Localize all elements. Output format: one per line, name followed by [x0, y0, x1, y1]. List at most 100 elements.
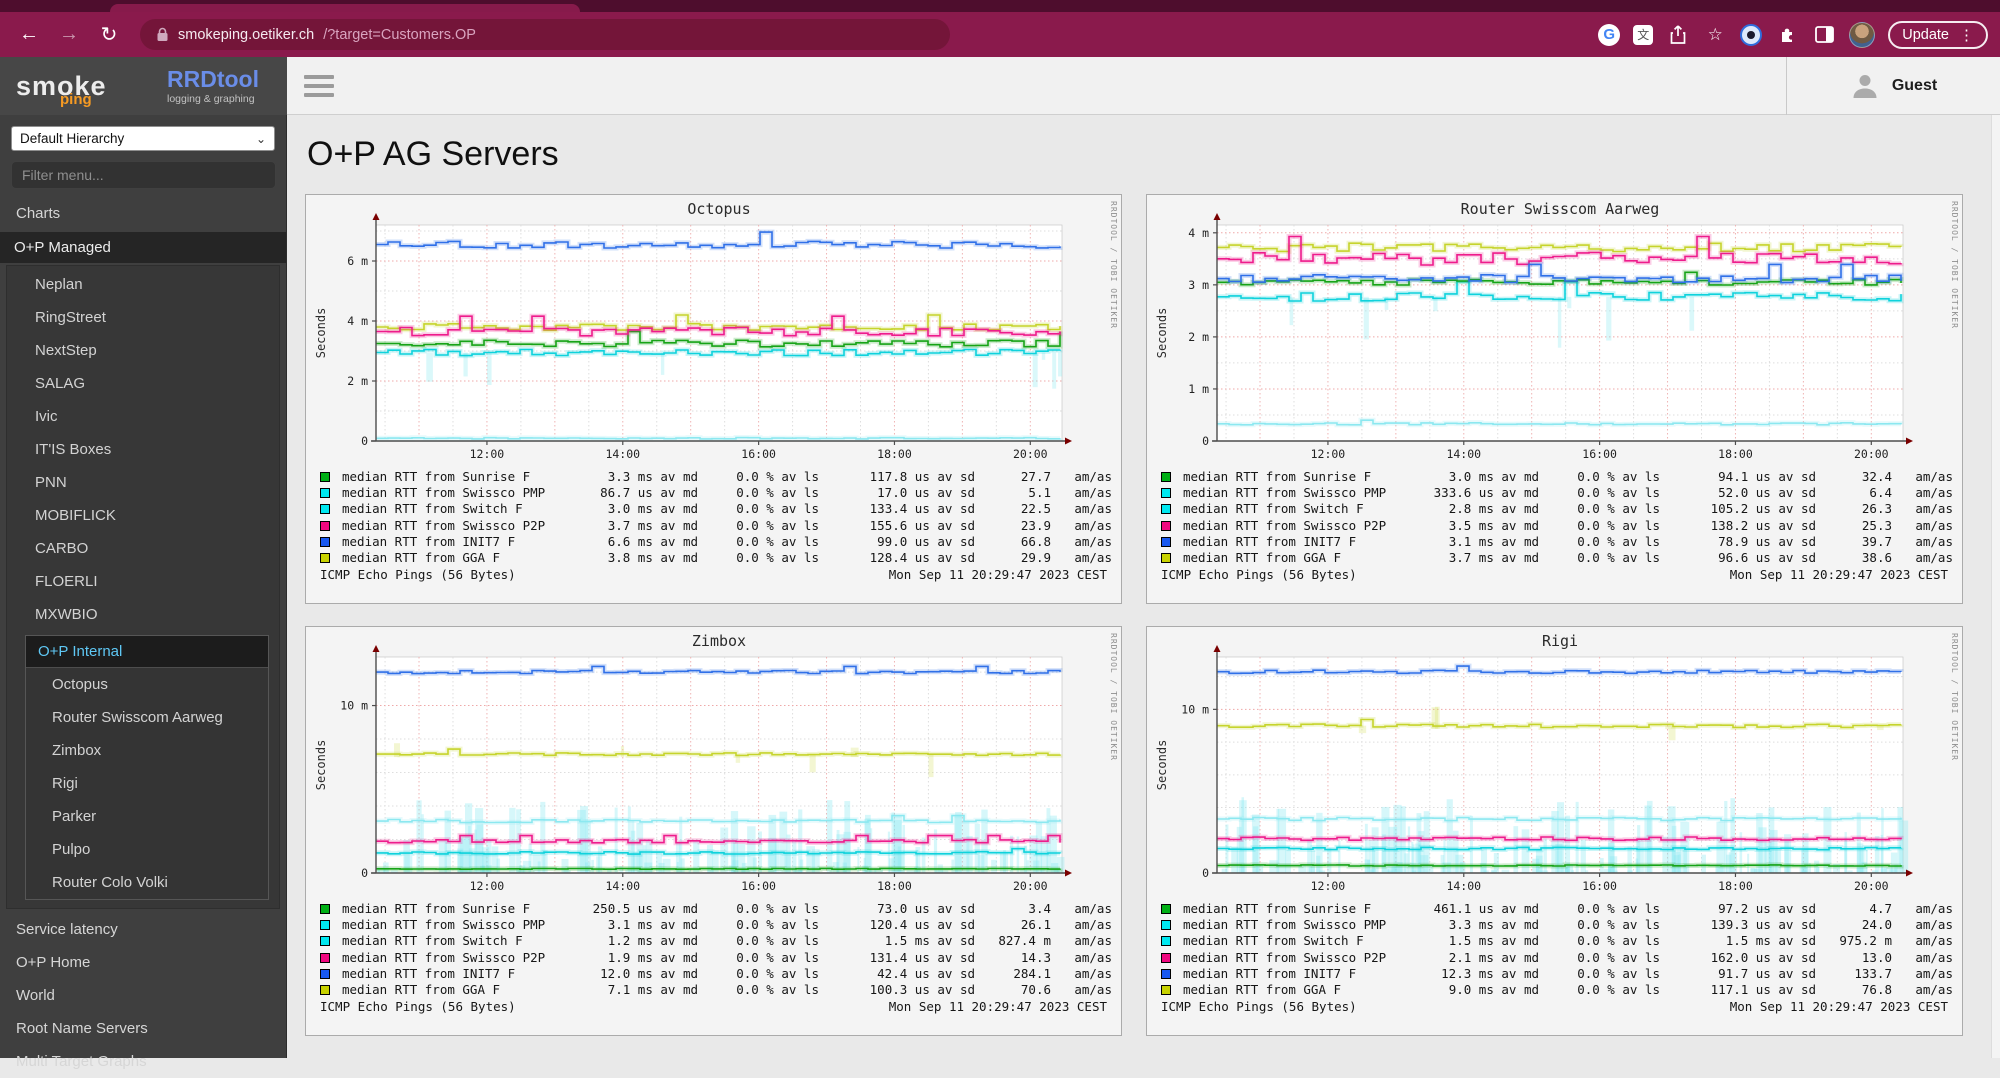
sidebar-item-o-p-home[interactable]: O+P Home	[0, 946, 286, 979]
legend-loss: 0.0 % av ls	[1545, 469, 1660, 485]
svg-text:18:00: 18:00	[1718, 879, 1753, 893]
sidebar-item-nextstep[interactable]: NextStep	[7, 334, 279, 367]
legend-stddev: 97.2 us av sd	[1666, 901, 1816, 917]
legend-label: median RTT from Swissco P2P	[1183, 950, 1398, 966]
forward-icon[interactable]: →	[52, 18, 86, 52]
rrdtool-logo[interactable]: RRDtool logging & graphing	[167, 68, 259, 105]
y-axis-label: Seconds	[314, 308, 328, 359]
svg-text:16:00: 16:00	[1582, 447, 1617, 461]
kebab-menu-icon[interactable]: ⋮	[1959, 26, 1974, 44]
sidebar-item-root-name-servers[interactable]: Root Name Servers	[0, 1012, 286, 1045]
back-icon[interactable]: ←	[12, 18, 46, 52]
sidebar-group-o-p-managed[interactable]: O+P Managed	[0, 232, 286, 263]
bookmark-star-icon[interactable]: ☆	[1703, 23, 1727, 47]
share-icon[interactable]	[1666, 23, 1690, 47]
svg-text:2 m: 2 m	[1188, 330, 1209, 344]
legend-loss: 0.0 % av ls	[1545, 901, 1660, 917]
legend-amas-label: am/as	[1057, 917, 1112, 933]
sidebar-item-service-latency[interactable]: Service latency	[0, 913, 286, 946]
sidebar-item-pulpo[interactable]: Pulpo	[26, 833, 268, 866]
legend-amas-label: am/as	[1898, 534, 1953, 550]
legend-label: median RTT from GGA F	[1183, 550, 1398, 566]
chart-footer: ICMP Echo Pings (56 Bytes)Mon Sep 11 20:…	[320, 999, 1107, 1014]
sidebar-item-ringstreet[interactable]: RingStreet	[7, 301, 279, 334]
sidebar-item-mxwbio[interactable]: MXWBIO	[7, 598, 279, 631]
sidebar-item-it-is-boxes[interactable]: IT'IS Boxes	[7, 433, 279, 466]
sidebar-item-multi-target-graphs[interactable]: Multi Target Graphs	[0, 1045, 286, 1078]
filter-input[interactable]	[11, 161, 276, 189]
profile-avatar[interactable]	[1849, 22, 1875, 48]
legend-stddev: 96.6 us av sd	[1666, 550, 1816, 566]
legend-color-box	[1161, 904, 1171, 914]
svg-text:12:00: 12:00	[1311, 447, 1346, 461]
legend-loss: 0.0 % av ls	[1545, 966, 1660, 982]
sidebar-item-octopus[interactable]: Octopus	[26, 668, 268, 701]
side-panel-icon[interactable]	[1812, 23, 1836, 47]
sidebar-item-salag[interactable]: SALAG	[7, 367, 279, 400]
extensions-puzzle-icon[interactable]	[1775, 23, 1799, 47]
hierarchy-select[interactable]: Default Hierarchy ⌄	[11, 126, 275, 151]
browser-tab-strip	[0, 0, 2000, 12]
reload-icon[interactable]: ↻	[92, 18, 126, 52]
legend-amas-label: am/as	[1898, 485, 1953, 501]
sidebar-item-router-swisscom-aarweg[interactable]: Router Swisscom Aarweg	[26, 701, 268, 734]
sidebar-item-world[interactable]: World	[0, 979, 286, 1012]
url-path: /?target=Customers.OP	[323, 27, 476, 43]
page-title: O+P AG Servers	[307, 135, 2000, 174]
sidebar-item-pnn[interactable]: PNN	[7, 466, 279, 499]
svg-text:4 m: 4 m	[347, 314, 368, 328]
legend-stddev: 1.5 ms av sd	[825, 933, 975, 949]
main-content: O+P AG Servers 02 m4 m6 m12:0014:0016:00…	[287, 115, 2000, 1058]
legend-stddev: 52.0 us av sd	[1666, 485, 1816, 501]
legend-loss: 0.0 % av ls	[704, 518, 819, 534]
sidebar-item-ivic[interactable]: Ivic	[7, 400, 279, 433]
rrdtool-logo-subtitle: logging & graphing	[167, 94, 259, 105]
chart-footer: ICMP Echo Pings (56 Bytes)Mon Sep 11 20:…	[320, 567, 1107, 582]
chart-graph-octopus[interactable]: 02 m4 m6 m12:0014:0016:0018:0020:00Octop…	[312, 199, 1102, 467]
sidebar-item-neplan[interactable]: Neplan	[7, 268, 279, 301]
legend-loss: 0.0 % av ls	[704, 550, 819, 566]
smokeping-logo[interactable]: smoke ping	[16, 71, 141, 102]
chart-graph-router-swisscom-aarweg[interactable]: 01 m2 m3 m4 m12:0014:0016:0018:0020:00Ro…	[1153, 199, 1943, 467]
menu-hamburger-icon[interactable]	[304, 75, 334, 97]
sidebar-item-parker[interactable]: Parker	[26, 800, 268, 833]
svg-text:14:00: 14:00	[1446, 447, 1481, 461]
sidebar-item-floerli[interactable]: FLOERLI	[7, 565, 279, 598]
chart-title: Router Swisscom Aarweg	[1461, 200, 1660, 218]
browser-active-tab[interactable]	[110, 4, 580, 12]
chart-probe-info: ICMP Echo Pings (56 Bytes)	[1161, 567, 1357, 582]
legend-stddev: 120.4 us av sd	[825, 917, 975, 933]
legend-loss: 0.0 % av ls	[1545, 917, 1660, 933]
sidebar-item-rigi[interactable]: Rigi	[26, 767, 268, 800]
legend-loss: 0.0 % av ls	[704, 485, 819, 501]
chart-panel-zimbox: 010 m12:0014:0016:0018:0020:00ZimboxSeco…	[305, 626, 1122, 1036]
sidebar-item-charts[interactable]: Charts	[0, 197, 286, 230]
sidebar-item-carbo[interactable]: CARBO	[7, 532, 279, 565]
url-domain: smokeping.oetiker.ch	[178, 27, 314, 43]
y-axis-label: Seconds	[1155, 740, 1169, 791]
legend-amas-label: am/as	[1057, 982, 1112, 998]
google-icon[interactable]: G	[1598, 24, 1620, 46]
url-bar[interactable]: smokeping.oetiker.ch /?target=Customers.O…	[140, 19, 950, 50]
sidebar-item-router-colo-volki[interactable]: Router Colo Volki	[26, 866, 268, 899]
legend-label: median RTT from Sunrise F	[1183, 901, 1398, 917]
sidebar-item-mobiflick[interactable]: MOBIFLICK	[7, 499, 279, 532]
legend-loss: 0.0 % av ls	[704, 901, 819, 917]
legend-amas-label: am/as	[1898, 950, 1953, 966]
svg-text:16:00: 16:00	[1582, 879, 1617, 893]
scrollbar-track[interactable]	[1991, 115, 2000, 1058]
legend-amas-value: 6.4	[1822, 485, 1892, 501]
onepassword-icon[interactable]	[1740, 24, 1762, 46]
rrdtool-watermark: RRDTOOL / TOBI OETIKER	[1109, 633, 1118, 761]
svg-text:4 m: 4 m	[1188, 226, 1209, 240]
chart-timestamp: Mon Sep 11 20:29:47 2023 CEST	[889, 999, 1107, 1014]
sidebar-group-o-p-internal[interactable]: O+P Internal	[26, 636, 268, 668]
user-account-area[interactable]: Guest	[1786, 57, 2000, 115]
legend-median: 2.1 ms av md	[1404, 950, 1539, 966]
legend-label: median RTT from Swissco PMP	[342, 917, 557, 933]
chart-graph-rigi[interactable]: 010 m12:0014:0016:0018:0020:00RigiSecond…	[1153, 631, 1943, 899]
translate-icon[interactable]: 文	[1633, 25, 1653, 45]
update-button[interactable]: Update ⋮	[1888, 21, 1988, 49]
sidebar-item-zimbox[interactable]: Zimbox	[26, 734, 268, 767]
chart-graph-zimbox[interactable]: 010 m12:0014:0016:0018:0020:00ZimboxSeco…	[312, 631, 1102, 899]
